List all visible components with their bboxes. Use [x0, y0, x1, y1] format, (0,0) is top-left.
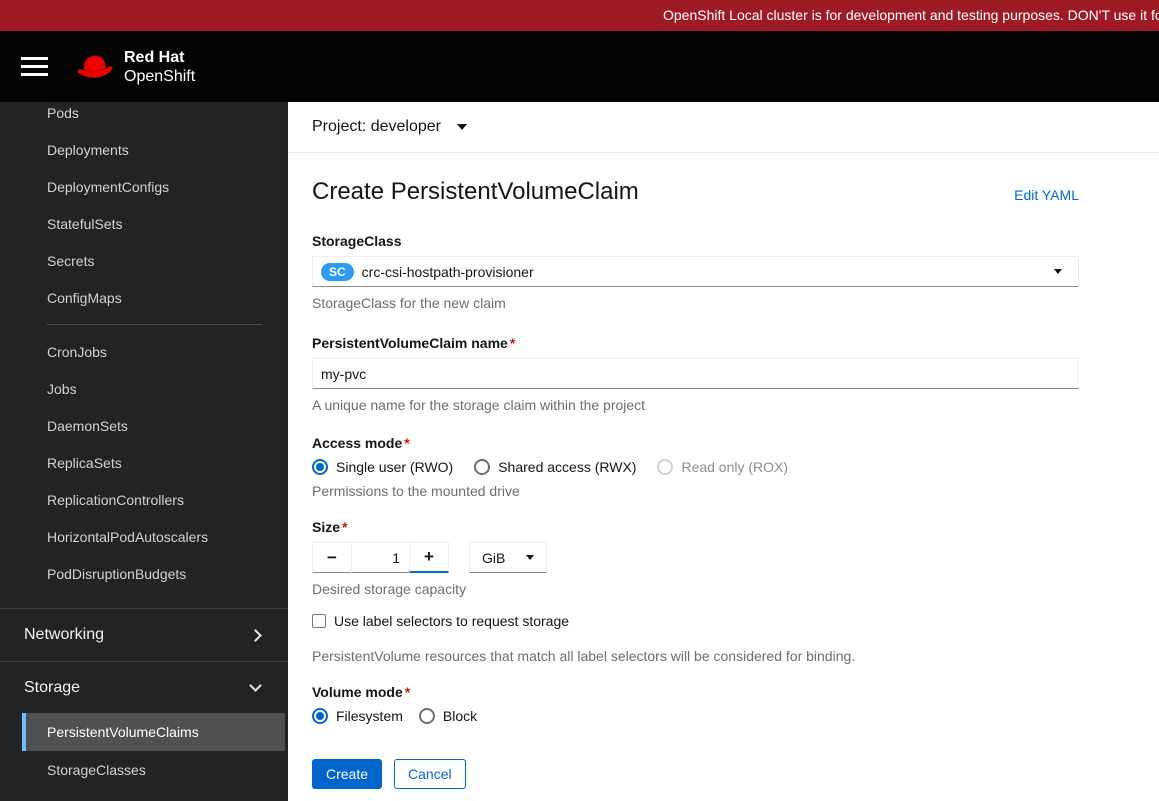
sidebar-item-replicationcontrollers[interactable]: ReplicationControllers: [0, 481, 288, 518]
radio-disabled-icon: [657, 459, 674, 475]
radio-read-only-rox: Read only (ROX): [657, 459, 788, 475]
workloads-nav-list: Pods Deployments DeploymentConfigs State…: [0, 102, 288, 316]
storageclass-label: StorageClass: [312, 233, 402, 249]
volume-mode-label: Volume mode *: [312, 684, 411, 700]
caret-down-icon: [526, 555, 534, 560]
networking-section-label: Networking: [24, 626, 105, 643]
access-mode-group: Access mode * Single user (RWO) Shared ac…: [312, 435, 1079, 499]
edit-yaml-link[interactable]: Edit YAML: [1014, 187, 1079, 206]
sidebar-item-replicasets[interactable]: ReplicaSets: [0, 444, 288, 481]
required-asterisk: *: [509, 335, 516, 351]
hamburger-icon: [21, 57, 48, 60]
storage-section-label: Storage: [24, 678, 81, 696]
page-title: Create PersistentVolumeClaim: [312, 178, 639, 205]
size-value[interactable]: 1: [351, 542, 410, 573]
sidebar-item-pods[interactable]: Pods: [0, 102, 288, 131]
sidebar-item-persistentvolumeclaims[interactable]: PersistentVolumeClaims: [22, 713, 285, 751]
size-minus-button[interactable]: −: [312, 542, 352, 573]
sidebar-item-daemonsets[interactable]: DaemonSets: [0, 407, 288, 444]
sidebar-section-networking[interactable]: Networking: [0, 609, 288, 661]
size-stepper: − 1 + GiB: [312, 542, 1079, 573]
cluster-notice-banner: OpenShift Local cluster is for developme…: [0, 0, 1159, 31]
masthead: Red Hat OpenShift: [0, 31, 1159, 102]
cluster-notice-text: OpenShift Local cluster is for developme…: [663, 7, 1159, 23]
main-content: Create PersistentVolumeClaim Edit YAML S…: [288, 153, 1159, 801]
sidebar-item-secrets[interactable]: Secrets: [0, 242, 288, 279]
sidebar-section-storage[interactable]: Storage: [0, 661, 288, 713]
label-selector-option[interactable]: Use label selectors to request storage: [312, 613, 1079, 629]
project-dropdown-label: Project: developer: [312, 118, 441, 135]
label-selector-group: Use label selectors to request storage P…: [312, 613, 1079, 664]
sidebar-item-poddisruptionbudgets[interactable]: PodDisruptionBudgets: [0, 555, 288, 592]
storageclass-resource-badge: SC: [321, 262, 354, 281]
sidebar-item-configmaps[interactable]: ConfigMaps: [0, 279, 288, 316]
required-asterisk: *: [404, 435, 410, 451]
storageclass-group: StorageClass SC crc-csi-hostpath-provisi…: [312, 233, 1079, 311]
redhat-openshift-logo[interactable]: Red Hat OpenShift: [74, 48, 195, 86]
brand-line2: OpenShift: [124, 67, 196, 85]
radio-unselected-icon: [418, 708, 435, 724]
radio-single-user-rwo[interactable]: Single user (RWO): [312, 459, 453, 475]
radio-shared-access-rwx[interactable]: Shared access (RWX): [474, 459, 636, 475]
storageclass-helper-text: StorageClass for the new claim: [312, 295, 506, 311]
checkbox-unchecked-icon[interactable]: [312, 614, 326, 628]
label-selector-helper-text: PersistentVolume resources that match al…: [312, 648, 856, 664]
storageclass-select[interactable]: SC crc-csi-hostpath-provisioner: [312, 256, 1079, 287]
radio-unselected-icon: [474, 459, 491, 475]
red-fedora-icon: [77, 55, 113, 78]
caret-down-icon: [456, 124, 467, 130]
storage-subnav: PersistentVolumeClaims StorageClasses: [0, 713, 288, 789]
label-selector-checkbox-label: Use label selectors to request storage: [334, 613, 570, 629]
nav-divider: [47, 324, 262, 325]
storageclass-selected-value: crc-csi-hostpath-provisioner: [361, 263, 534, 280]
size-label: Size *: [312, 519, 348, 535]
access-mode-label: Access mode *: [312, 435, 410, 451]
nav-menu-toggle-button[interactable]: [21, 57, 48, 76]
sidebar-item-cronjobs[interactable]: CronJobs: [0, 333, 288, 370]
size-plus-button[interactable]: +: [409, 542, 449, 573]
pvc-name-group: PersistentVolumeClaim name* A unique nam…: [312, 335, 1079, 413]
size-unit-select[interactable]: GiB: [469, 542, 547, 573]
volume-mode-options: Filesystem Block: [312, 708, 1079, 724]
sidebar-item-deployments[interactable]: Deployments: [0, 131, 288, 168]
workloads-nav-list-2: CronJobs Jobs DaemonSets ReplicaSets Rep…: [0, 333, 288, 592]
brand-wordmark: Red Hat OpenShift: [124, 48, 195, 86]
brand-line1: Red Hat: [124, 48, 185, 66]
sidebar-item-horizontalpodautoscalers[interactable]: HorizontalPodAutoscalers: [0, 518, 288, 555]
size-helper-text: Desired storage capacity: [312, 581, 467, 597]
size-group: Size * − 1 + GiB Desired storage capacity: [312, 519, 1079, 597]
cancel-button[interactable]: Cancel: [394, 759, 466, 789]
sidebar-item-statefulsets[interactable]: StatefulSets: [0, 205, 288, 242]
access-mode-options: Single user (RWO) Shared access (RWX) Re…: [312, 459, 1079, 475]
sidebar-item-storageclasses[interactable]: StorageClasses: [0, 751, 288, 789]
required-asterisk: *: [404, 684, 411, 700]
form-actions: Create Cancel: [312, 759, 1079, 789]
sidebar-item-deploymentconfigs[interactable]: DeploymentConfigs: [0, 168, 288, 205]
size-unit-value: GiB: [482, 549, 506, 566]
volume-mode-group: Volume mode * Filesystem Block: [312, 684, 1079, 724]
project-dropdown[interactable]: Project: developer: [312, 118, 467, 136]
access-mode-helper-text: Permissions to the mounted drive: [312, 483, 520, 499]
required-asterisk: *: [342, 519, 348, 535]
create-pvc-form: StorageClass SC crc-csi-hostpath-provisi…: [312, 233, 1079, 789]
pvc-name-helper-text: A unique name for the storage claim with…: [312, 397, 646, 413]
left-nav-sidebar: Pods Deployments DeploymentConfigs State…: [0, 102, 288, 801]
create-button[interactable]: Create: [312, 759, 383, 789]
radio-block[interactable]: Block: [418, 708, 477, 724]
caret-down-icon: [1054, 269, 1062, 274]
project-bar: Project: developer: [288, 102, 1159, 153]
radio-selected-icon: [312, 708, 328, 724]
radio-selected-icon: [312, 459, 328, 475]
sidebar-item-jobs[interactable]: Jobs: [0, 370, 288, 407]
pvc-name-label: PersistentVolumeClaim name *: [312, 335, 516, 351]
chevron-right-icon: [249, 628, 262, 642]
radio-filesystem[interactable]: Filesystem: [312, 708, 403, 724]
page-header: Create PersistentVolumeClaim Edit YAML: [312, 177, 1079, 206]
pvc-name-input[interactable]: [312, 358, 1079, 389]
chevron-down-icon: [249, 679, 262, 692]
